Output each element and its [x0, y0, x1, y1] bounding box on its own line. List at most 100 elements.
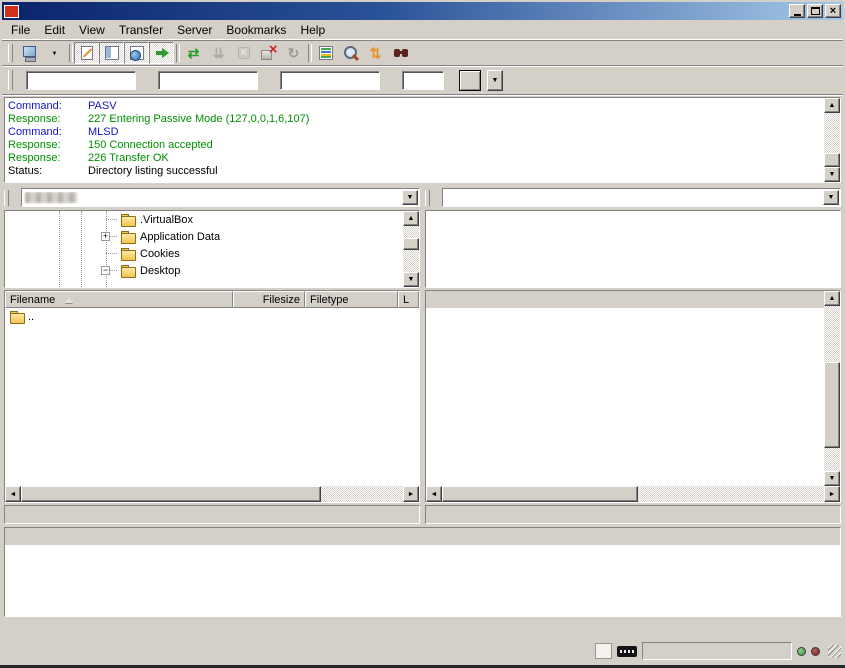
remote-files [426, 308, 824, 486]
menu-item[interactable]: Edit [37, 21, 72, 39]
main-split: ▼ .VirtualBoxApplication DataCookiesDesk… [2, 185, 843, 524]
scroll-right-icon[interactable]: ► [824, 486, 840, 502]
scrollbar-thumb[interactable] [824, 362, 840, 448]
transfer-queue [4, 527, 841, 617]
local-file-list: FilenameFilesizeFiletypeL .. ◄ ► [4, 290, 420, 503]
log-scrollbar[interactable]: ▲ ▼ [824, 98, 840, 182]
remote-site-row: ▼ [425, 187, 841, 208]
menu-item[interactable]: Transfer [112, 21, 170, 39]
tree-expander[interactable] [101, 266, 110, 275]
remote-path-dropdown-button[interactable]: ▼ [823, 190, 839, 205]
local-path-dropdown-button[interactable]: ▼ [402, 190, 418, 205]
scroll-left-icon[interactable]: ◄ [426, 486, 442, 502]
toolbar-icon [285, 44, 303, 62]
column-header[interactable]: Filesize [233, 291, 305, 308]
log-line: Status:Directory listing successful [8, 165, 824, 178]
remote-status-line [425, 505, 841, 524]
tree-item[interactable]: Application Data [5, 228, 403, 245]
scroll-left-icon[interactable]: ◄ [5, 486, 21, 502]
toolbar-icon [392, 44, 410, 62]
site-manager-button[interactable] [17, 42, 42, 64]
column-header[interactable]: Filetype [305, 291, 398, 308]
site-manager-dropdown-button[interactable] [42, 42, 67, 64]
quickconnect-dropdown-button[interactable]: ▼ [487, 70, 503, 91]
quickconnect-button[interactable] [459, 70, 481, 91]
toggle-remote-tree-button[interactable] [124, 42, 149, 64]
find-files-button[interactable] [388, 42, 413, 64]
port-input[interactable] [402, 71, 444, 90]
menu-item[interactable]: Help [293, 21, 332, 39]
toolbar-icon [260, 44, 278, 62]
disconnect-button[interactable] [256, 42, 281, 64]
menu-item[interactable]: View [72, 21, 112, 39]
minimize-button[interactable] [789, 4, 805, 18]
menu-item[interactable]: Server [170, 21, 219, 39]
scroll-up-icon[interactable]: ▲ [403, 211, 419, 226]
queue-body [5, 545, 840, 616]
speed-limit-icon[interactable] [617, 646, 637, 657]
chevron-down-icon: ▼ [407, 194, 414, 201]
remote-pane: ▼ [425, 187, 841, 524]
menu-item[interactable]: Bookmarks [219, 21, 293, 39]
scroll-up-icon[interactable]: ▲ [824, 98, 840, 113]
scrollbar-thumb[interactable] [403, 238, 419, 250]
remote-horizontal-scrollbar[interactable]: ◄ ► [426, 486, 840, 502]
toolbar [2, 40, 843, 66]
toolbar-icon [317, 44, 335, 62]
tree-expander[interactable] [101, 232, 110, 241]
tree-item[interactable]: .VirtualBox [5, 211, 403, 228]
..[interactable]: .. [5, 308, 419, 325]
remote-path-combo[interactable]: ▼ [442, 188, 841, 207]
toolbar-icon [50, 44, 60, 62]
maximize-button[interactable] [807, 4, 823, 18]
column-header[interactable]: Filename [5, 291, 233, 308]
host-input[interactable] [26, 71, 136, 90]
toggle-transfer-queue-button[interactable] [149, 42, 174, 64]
queue-columns [5, 528, 840, 545]
password-input[interactable] [280, 71, 380, 90]
tree-item[interactable]: Cookies [5, 245, 403, 262]
close-button[interactable]: × [825, 4, 841, 18]
reconnect-button[interactable] [281, 42, 306, 64]
remote-list-scrollbar[interactable]: ▲ ▼ [824, 291, 840, 486]
queue-status [642, 642, 792, 660]
local-site-row: ▼ [4, 187, 420, 208]
scroll-right-icon[interactable]: ► [403, 486, 419, 502]
toggle-local-tree-button[interactable] [99, 42, 124, 64]
toolbar-button[interactable] [174, 42, 181, 64]
folder-icon [120, 263, 135, 278]
refresh-button[interactable] [181, 42, 206, 64]
scroll-down-icon[interactable]: ▼ [824, 167, 840, 182]
folder-icon [120, 246, 135, 261]
username-input[interactable] [158, 71, 258, 90]
local-tree-scrollbar[interactable]: ▲ ▼ [403, 211, 419, 287]
scrollbar-thumb[interactable] [442, 486, 638, 502]
quickconnect-bar: ▼ [2, 66, 843, 95]
toolbar-button[interactable] [306, 42, 313, 64]
filter-button[interactable] [313, 42, 338, 64]
column-header[interactable]: L [398, 291, 419, 308]
toggle-message-log-button[interactable] [74, 42, 99, 64]
scroll-down-icon[interactable]: ▼ [824, 471, 840, 486]
local-path-combo[interactable]: ▼ [21, 188, 420, 207]
toolbar-button[interactable] [67, 42, 74, 64]
file-type-icon [9, 309, 24, 324]
scroll-down-icon[interactable]: ▼ [403, 272, 419, 287]
local-horizontal-scrollbar[interactable]: ◄ ► [5, 486, 419, 502]
menu-item[interactable]: File [4, 21, 37, 39]
toolbar-icon [103, 44, 121, 62]
scroll-up-icon[interactable]: ▲ [824, 291, 840, 306]
process-queue-button[interactable] [206, 42, 231, 64]
local-pane: ▼ .VirtualBoxApplication DataCookiesDesk… [4, 187, 420, 524]
folder-icon [120, 229, 135, 244]
statusbar [2, 639, 843, 663]
toolbar-icon [342, 44, 360, 62]
cancel-operation-button[interactable] [231, 42, 256, 64]
synchronized-browsing-button[interactable] [363, 42, 388, 64]
scrollbar-thumb[interactable] [824, 153, 840, 167]
scrollbar-thumb[interactable] [21, 486, 321, 502]
tree-item[interactable]: Desktop [5, 262, 403, 279]
resize-grip[interactable] [828, 645, 841, 658]
directory-comparison-button[interactable] [338, 42, 363, 64]
data-type-indicator-icon[interactable] [595, 643, 612, 659]
